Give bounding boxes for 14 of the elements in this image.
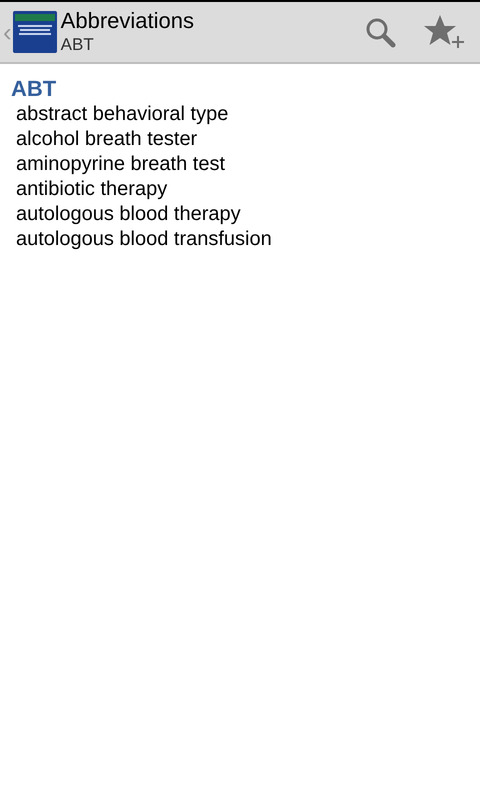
definition: antibiotic therapy (15, 177, 168, 202)
screen-subtitle: ABT (60, 34, 95, 56)
app-home-button[interactable]: ‹ (0, 2, 61, 62)
definition: autologous blood transfusion (15, 227, 273, 252)
app-logo-icon (12, 11, 57, 53)
definition: autologous blood therapy (15, 202, 242, 227)
definition: abstract behavioral type (15, 102, 230, 127)
definition: alcohol breath tester (15, 127, 198, 152)
definition: aminopyrine breath test (15, 152, 226, 177)
screen-title: Abbreviations (60, 8, 195, 34)
search-icon (364, 16, 396, 48)
entry-term: ABT (11, 76, 58, 102)
star-plus-icon (423, 14, 467, 50)
back-caret: ‹ (3, 19, 12, 45)
